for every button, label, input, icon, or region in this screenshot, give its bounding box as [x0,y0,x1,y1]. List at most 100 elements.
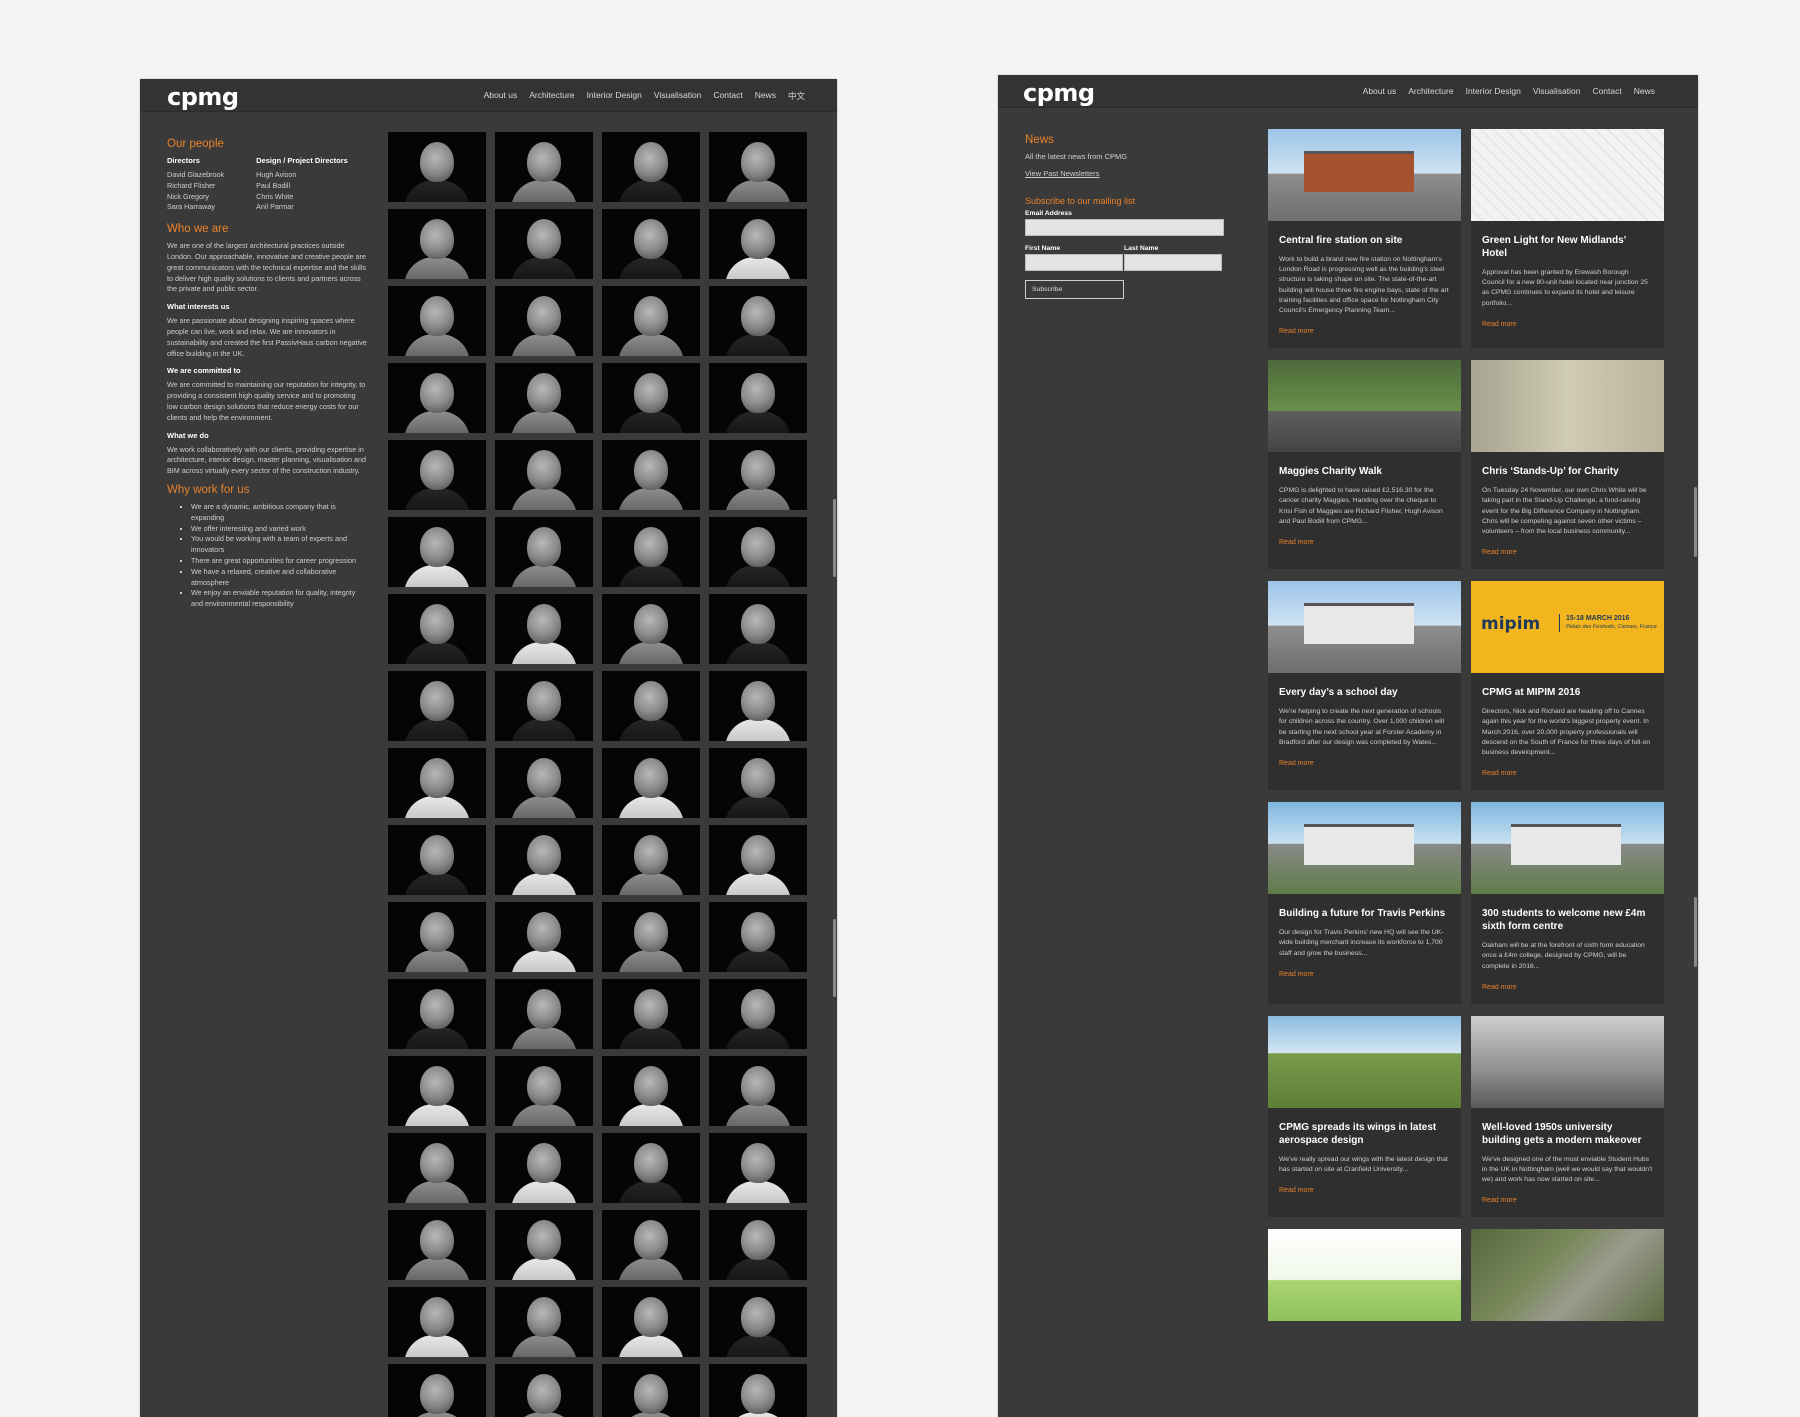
staff-photo[interactable] [495,671,593,741]
staff-photo[interactable] [709,1056,807,1126]
staff-photo[interactable] [495,1364,593,1417]
staff-photo[interactable] [388,1364,486,1417]
read-more-link[interactable]: Read more [1268,748,1461,780]
nav-visualisation[interactable]: Visualisation [1533,86,1581,96]
staff-photo[interactable] [388,979,486,1049]
read-more-link[interactable]: Read more [1471,758,1664,790]
news-card-title[interactable]: Every day’s a school day [1268,673,1461,707]
read-more-link[interactable]: Read more [1471,1185,1664,1217]
news-card[interactable]: Green Light for New Midlands’ Hotel Appro… [1471,129,1664,349]
news-card[interactable]: mipim 15-18 MARCH 2016 Palais des Festival… [1471,581,1664,791]
news-card-image[interactable] [1268,360,1461,453]
staff-photo[interactable] [602,363,700,433]
read-more-link[interactable]: Read more [1268,316,1461,348]
read-more-link[interactable]: Read more [1268,527,1461,559]
staff-photo[interactable] [709,748,807,818]
staff-photo[interactable] [495,1210,593,1280]
staff-photo[interactable] [709,517,807,587]
read-more-link[interactable]: Read more [1268,1175,1461,1207]
staff-photo[interactable] [495,594,593,664]
news-card[interactable]: Every day’s a school day We're helping to… [1268,581,1461,791]
staff-photo[interactable] [495,1133,593,1203]
news-card-title[interactable]: 300 students to welcome new £4m sixth fo… [1471,894,1664,941]
staff-photo[interactable] [495,1287,593,1357]
news-card-image[interactable] [1471,360,1664,453]
nav-interior-design[interactable]: Interior Design [587,90,642,102]
staff-photo[interactable] [388,440,486,510]
staff-photo[interactable] [602,748,700,818]
news-card-title[interactable]: Maggies Charity Walk [1268,452,1461,486]
staff-photo[interactable] [602,286,700,356]
staff-photo[interactable] [709,979,807,1049]
news-card-title[interactable]: Chris ‘Stands-Up’ for Charity [1471,452,1664,486]
staff-photo[interactable] [602,902,700,972]
staff-photo[interactable] [709,1210,807,1280]
news-card-title[interactable]: Building a future for Travis Perkins [1268,894,1461,928]
read-more-link[interactable]: Read more [1471,972,1664,1004]
staff-photo[interactable] [388,825,486,895]
staff-photo[interactable] [602,1364,700,1417]
past-newsletters-link[interactable]: View Past Newsletters [1025,169,1225,178]
staff-photo[interactable] [495,825,593,895]
staff-photo[interactable] [495,517,593,587]
staff-photo[interactable] [388,671,486,741]
staff-photo[interactable] [495,440,593,510]
staff-photo[interactable] [388,1287,486,1357]
cpmg-logo[interactable]: cpmg [1023,79,1095,107]
staff-photo[interactable] [709,825,807,895]
news-card[interactable]: 300 students to welcome new £4m sixth fo… [1471,802,1664,1004]
staff-photo[interactable] [602,1056,700,1126]
read-more-link[interactable]: Read more [1471,537,1664,569]
staff-photo[interactable] [495,902,593,972]
news-card-title[interactable]: Central fire station on site [1268,221,1461,255]
staff-photo[interactable] [602,517,700,587]
news-card-title[interactable]: CPMG spreads its wings in latest aerospa… [1268,1108,1461,1155]
news-card-image[interactable] [1471,1015,1664,1108]
nav-architecture[interactable]: Architecture [1408,86,1453,96]
staff-photo[interactable] [388,594,486,664]
staff-photo[interactable] [709,671,807,741]
news-card-title[interactable]: Well-loved 1950s university building get… [1471,1108,1664,1155]
staff-photo[interactable] [388,363,486,433]
staff-photo[interactable] [495,748,593,818]
staff-photo[interactable] [602,1287,700,1357]
first-name-field[interactable] [1025,254,1123,271]
scrollbar-thumb[interactable] [1694,897,1697,967]
staff-photo[interactable] [709,1364,807,1417]
nav-about-us[interactable]: About us [484,90,518,102]
email-field[interactable] [1025,219,1224,236]
read-more-link[interactable]: Read more [1471,309,1664,341]
staff-photo[interactable] [495,1056,593,1126]
staff-photo[interactable] [709,1287,807,1357]
staff-photo[interactable] [709,132,807,202]
staff-photo[interactable] [388,286,486,356]
news-card-image[interactable] [1268,1229,1461,1322]
subscribe-button[interactable]: Subscribe [1025,280,1124,299]
staff-photo[interactable] [709,1133,807,1203]
staff-photo[interactable] [388,902,486,972]
nav-contact[interactable]: Contact [1592,86,1621,96]
staff-photo[interactable] [388,1210,486,1280]
news-card-image[interactable] [1268,129,1461,221]
staff-photo[interactable] [388,748,486,818]
staff-photo[interactable] [709,209,807,279]
news-card-image[interactable] [1268,802,1461,895]
news-card[interactable]: Building a future for Travis Perkins Our … [1268,802,1461,1004]
news-card[interactable]: Well-loved 1950s university building get… [1471,1015,1664,1218]
staff-photo[interactable] [495,979,593,1049]
staff-photo[interactable] [495,286,593,356]
news-card-image[interactable] [1268,1015,1461,1108]
news-card[interactable]: CPMG spreads its wings in latest aerospa… [1268,1015,1461,1218]
news-card-image[interactable] [1471,1229,1664,1322]
news-card-title[interactable]: CPMG at MIPIM 2016 [1471,673,1664,707]
news-card-image[interactable]: mipim 15-18 MARCH 2016 Palais des Festival… [1471,581,1664,674]
staff-photo[interactable] [495,132,593,202]
staff-photo[interactable] [602,825,700,895]
staff-photo[interactable] [495,209,593,279]
news-card-image[interactable] [1268,581,1461,674]
scrollbar-thumb[interactable] [833,499,836,577]
last-name-field[interactable] [1124,254,1222,271]
news-card-image[interactable] [1471,802,1664,895]
news-card-image[interactable] [1471,129,1664,221]
staff-photo[interactable] [388,1133,486,1203]
